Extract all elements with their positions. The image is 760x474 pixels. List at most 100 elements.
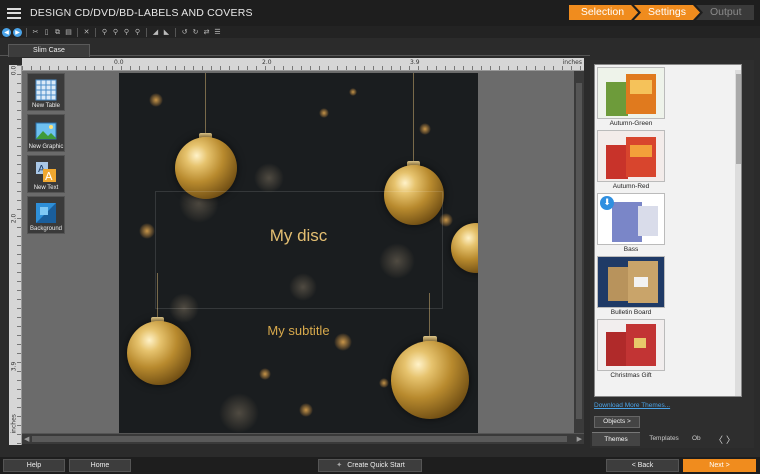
bokeh-light — [149, 93, 163, 107]
new-table-button[interactable]: New Table — [27, 73, 65, 111]
bokeh-light — [299, 403, 313, 417]
themes-panel: Autumn-Green Autumn-Red ⬇ Bass — [590, 60, 754, 448]
ornament-string — [205, 73, 206, 133]
tab-objects[interactable]: Ob — [688, 432, 712, 446]
scrollbar-thumb[interactable] — [736, 74, 741, 164]
zoom-in-icon[interactable]: ⚲ — [100, 28, 109, 37]
toolbar-divider — [175, 28, 176, 37]
bokeh-light — [219, 393, 259, 433]
bokeh-light — [319, 108, 329, 118]
theme-label: Bass — [597, 246, 665, 253]
ruler-ticks — [22, 66, 584, 70]
theme-item-christmas-gift[interactable]: Christmas Gift — [597, 319, 669, 379]
menu-icon[interactable] — [7, 8, 21, 19]
document-tabs: Slim Case — [0, 41, 590, 56]
arrange-back-icon[interactable]: ◣ — [162, 28, 171, 37]
theme-thumbnail: ⬇ — [597, 193, 665, 245]
zoom-page-icon[interactable]: ⚲ — [133, 28, 142, 37]
toolbar: ◀ ▶ ✂ ▯ ⧉ ▤ ✕ ⚲ ⚲ ⚲ ⚲ ◢ ◣ ↺ ↻ ⇄ ☰ — [0, 26, 760, 38]
zoom-out-icon[interactable]: ⚲ — [111, 28, 120, 37]
scroll-right-icon[interactable]: ▶ — [577, 434, 582, 445]
new-text-button[interactable]: A A New Text — [27, 155, 65, 193]
step-settings[interactable]: Settings — [634, 5, 700, 20]
help-button[interactable]: Help — [3, 459, 65, 472]
ornament — [175, 137, 237, 199]
step-selection[interactable]: Selection — [569, 5, 638, 20]
background-icon — [35, 202, 57, 224]
background-label: Background — [30, 226, 62, 232]
theme-item-bass[interactable]: ⬇ Bass — [597, 193, 669, 253]
paste-icon[interactable]: ▤ — [64, 28, 73, 37]
design-subtitle-text[interactable]: My subtitle — [119, 323, 478, 338]
back-button[interactable]: < Back — [606, 459, 679, 472]
canvas-vertical-scrollbar[interactable] — [574, 71, 584, 433]
tab-templates[interactable]: Templates — [640, 432, 688, 446]
tab-themes[interactable]: Themes — [592, 432, 640, 446]
quick-start-icon: ✦ — [335, 460, 343, 471]
objects-button[interactable]: Objects > — [594, 416, 640, 428]
svg-text:A: A — [45, 170, 53, 183]
toolbar-divider — [77, 28, 78, 37]
theme-thumbnail — [597, 256, 665, 308]
step-output[interactable]: Output — [696, 5, 754, 20]
theme-item-bulletin-board[interactable]: Bulletin Board — [597, 256, 669, 316]
theme-thumbnail — [597, 67, 665, 119]
zoom-fit-icon[interactable]: ⚲ — [122, 28, 131, 37]
vertical-ruler: 0.0 2.0 3.9 inches — [9, 65, 22, 445]
flip-icon[interactable]: ⇄ — [202, 28, 211, 37]
scrollbar-thumb[interactable] — [576, 83, 582, 419]
theme-list[interactable]: Autumn-Green Autumn-Red ⬇ Bass — [594, 64, 742, 397]
canvas-horizontal-scrollbar[interactable]: ◀ ▶ — [22, 433, 584, 444]
ornament — [391, 341, 469, 419]
create-quick-start-button[interactable]: ✦ Create Quick Start — [318, 459, 422, 472]
delete-icon[interactable]: ▯ — [42, 28, 51, 37]
download-more-themes-link[interactable]: Download More Themes... — [594, 402, 670, 409]
scroll-left-icon[interactable]: ◀ — [24, 434, 29, 445]
ornament-string — [413, 73, 414, 161]
close-icon[interactable]: ✕ — [82, 28, 91, 37]
theme-label: Christmas Gift — [597, 372, 665, 379]
theme-label: Bulletin Board — [597, 309, 665, 316]
ruler-units: inches — [563, 59, 582, 66]
forward-icon[interactable]: ▶ — [13, 28, 22, 37]
wizard-steps: Selection Settings Output — [569, 5, 754, 20]
image-icon — [35, 120, 57, 142]
bokeh-light — [254, 163, 284, 193]
theme-item-autumn-red[interactable]: Autumn-Red — [597, 130, 669, 190]
background-button[interactable]: Background — [27, 196, 65, 234]
design-canvas[interactable]: My disc My subtitle — [22, 71, 584, 433]
align-icon[interactable]: ☰ — [213, 28, 222, 37]
cut-icon[interactable]: ✂ — [31, 28, 40, 37]
arrange-front-icon[interactable]: ◢ — [151, 28, 160, 37]
ruler-label: 2.0 — [262, 59, 272, 66]
theme-item-autumn-green[interactable]: Autumn-Green — [597, 67, 669, 127]
tab-scroll-left-icon[interactable]: 〈 — [714, 433, 723, 446]
bokeh-light — [259, 368, 271, 380]
panel-tabs: Themes Templates Ob 〈 〉 — [592, 432, 752, 446]
new-graphic-button[interactable]: New Graphic — [27, 114, 65, 152]
scrollbar-thumb[interactable] — [32, 436, 567, 442]
cover-design[interactable]: My disc My subtitle — [119, 73, 478, 433]
tab-slim-case[interactable]: Slim Case — [8, 44, 90, 57]
app-title: DESIGN CD/DVD/BD-LABELS AND COVERS — [30, 7, 253, 19]
tab-scroll-arrows: 〈 〉 — [712, 432, 735, 446]
rotate-right-icon[interactable]: ↻ — [191, 28, 200, 37]
home-button[interactable]: Home — [69, 459, 131, 472]
next-button[interactable]: Next > — [683, 459, 756, 472]
new-table-label: New Table — [32, 103, 60, 109]
ruler-label: 3.9 — [410, 59, 420, 66]
title-bar: DESIGN CD/DVD/BD-LABELS AND COVERS Selec… — [0, 0, 760, 26]
rotate-left-icon[interactable]: ↺ — [180, 28, 189, 37]
copy-icon[interactable]: ⧉ — [53, 28, 62, 37]
create-quick-start-label: Create Quick Start — [347, 462, 405, 469]
theme-label: Autumn-Green — [597, 120, 665, 127]
toolbar-divider — [146, 28, 147, 37]
tab-scroll-right-icon[interactable]: 〉 — [726, 433, 735, 446]
theme-list-scrollbar[interactable] — [735, 70, 742, 397]
theme-label: Autumn-Red — [597, 183, 665, 190]
ruler-label: 0.0 — [114, 59, 124, 66]
ruler-ticks — [17, 65, 21, 445]
theme-thumbnail — [597, 319, 665, 371]
back-icon[interactable]: ◀ — [2, 28, 11, 37]
design-title-text[interactable]: My disc — [119, 226, 478, 246]
